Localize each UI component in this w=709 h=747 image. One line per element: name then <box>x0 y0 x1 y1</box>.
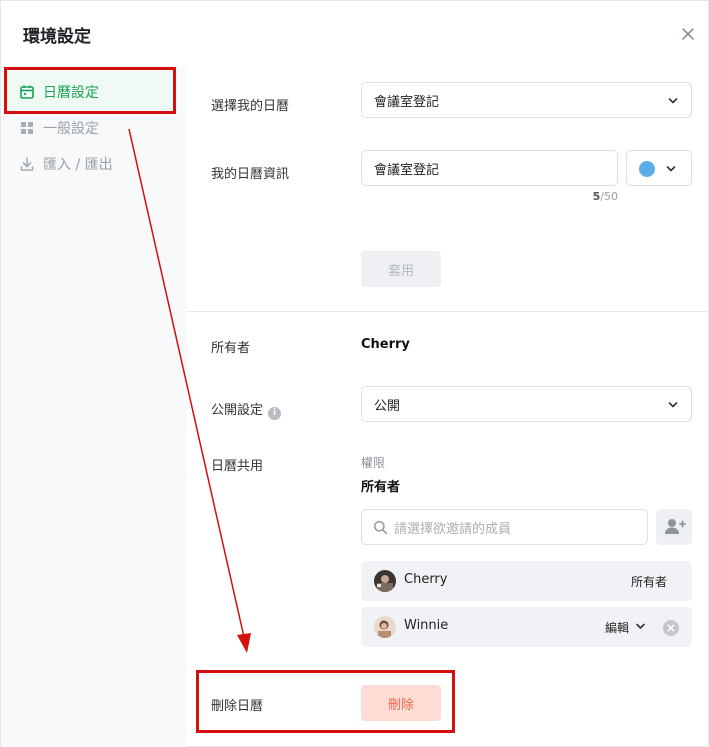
grid-icon <box>19 120 35 136</box>
char-count-max: /50 <box>600 190 618 203</box>
permission-label: 權限 <box>361 456 386 470</box>
apply-button[interactable]: 套用 <box>361 251 441 287</box>
calendar-name-input[interactable]: 會議室登記 <box>361 150 618 186</box>
dialog-title: 環境設定 <box>23 27 91 47</box>
close-button[interactable] <box>677 23 699 45</box>
char-counter: 5/50 <box>561 190 618 203</box>
section-divider <box>187 311 709 312</box>
sidebar-item-label: 一般設定 <box>43 121 99 137</box>
chevron-down-icon <box>668 98 678 104</box>
sidebar-item-label: 日曆設定 <box>43 85 99 101</box>
public-setting-select[interactable]: 公開 <box>361 386 692 422</box>
public-setting-value: 公開 <box>374 398 401 414</box>
download-icon <box>19 156 35 172</box>
delete-calendar-label: 刪除日曆 <box>211 699 264 714</box>
chevron-down-icon <box>668 402 678 408</box>
sidebar-item-import-export[interactable]: 匯入 / 匯出 <box>7 144 175 184</box>
owner-label: 所有者 <box>211 341 251 356</box>
sidebar-item-label: 匯入 / 匯出 <box>43 157 113 173</box>
search-icon <box>373 520 388 535</box>
member-role-dropdown[interactable]: 編輯 <box>605 619 645 636</box>
member-role: 編輯 <box>605 621 630 635</box>
member-name: Winnie <box>404 618 449 633</box>
select-calendar-label: 選擇我的日曆 <box>211 99 290 114</box>
permission-value: 所有者 <box>361 480 401 495</box>
add-user-icon <box>665 519 686 534</box>
calendar-icon <box>19 84 35 100</box>
avatar <box>374 570 396 592</box>
calendar-name-value: 會議室登記 <box>374 162 440 178</box>
member-search-input[interactable]: 請選擇欲邀請的成員 <box>361 509 648 545</box>
search-placeholder: 請選擇欲邀請的成員 <box>394 521 512 537</box>
member-role: 所有者 <box>630 575 667 589</box>
calendar-select[interactable]: 會議室登記 <box>361 82 692 118</box>
chevron-down-icon <box>636 623 645 629</box>
settings-dialog: 環境設定 日曆設定 一般設定 匯入 / 匯出 選擇我的日曆 會議室登記 我的日曆… <box>0 0 709 747</box>
member-row-cherry: Cherry 所有者 <box>361 561 692 601</box>
remove-member-button[interactable] <box>663 620 679 636</box>
delete-button[interactable]: 刪除 <box>361 685 441 721</box>
calendar-select-value: 會議室登記 <box>374 94 440 110</box>
calendar-share-label: 日曆共用 <box>211 459 264 474</box>
member-row-winnie: Winnie 編輯 <box>361 607 692 647</box>
public-setting-text: 公開設定 <box>211 403 264 418</box>
add-member-button[interactable] <box>656 509 692 545</box>
close-icon <box>682 28 694 40</box>
sidebar-item-general-settings[interactable]: 一般設定 <box>7 108 175 148</box>
calendar-info-label: 我的日曆資訊 <box>211 167 290 182</box>
member-name: Cherry <box>404 572 448 587</box>
color-picker[interactable] <box>626 150 692 186</box>
close-icon <box>667 624 675 632</box>
avatar <box>374 616 396 638</box>
color-swatch <box>639 161 655 177</box>
owner-value: Cherry <box>361 337 410 352</box>
public-setting-label: 公開設定 i <box>211 399 282 420</box>
info-icon[interactable]: i <box>268 407 282 420</box>
sidebar-item-calendar-settings[interactable]: 日曆設定 <box>7 72 175 112</box>
chevron-down-icon <box>666 166 676 172</box>
